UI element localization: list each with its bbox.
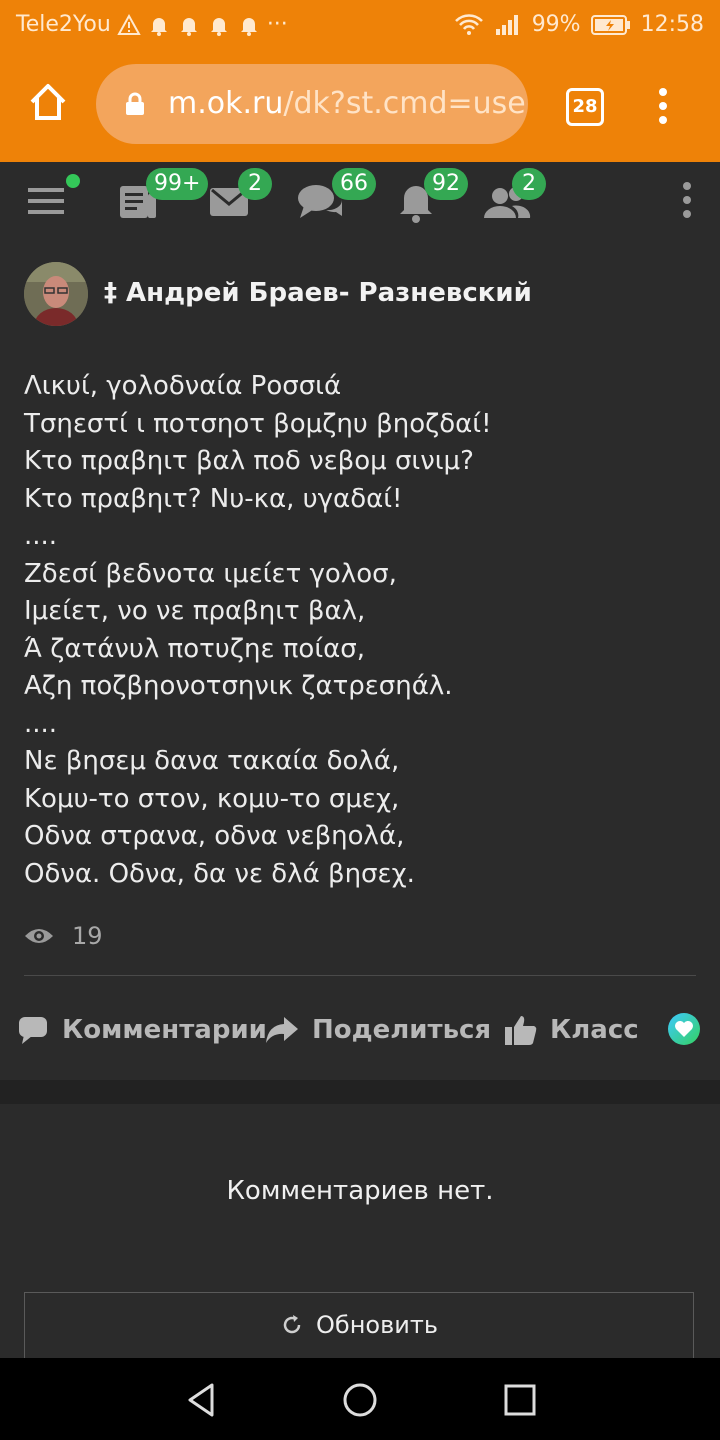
browser-toolbar: m.ok.ru/dk?st.cmd=user 28 <box>0 50 720 162</box>
views-count: 19 <box>72 922 103 950</box>
heart-reaction-icon[interactable] <box>667 1012 701 1046</box>
bell-icon <box>210 17 227 36</box>
discussions-badge: 66 <box>332 168 376 200</box>
comment-icon <box>19 1017 47 1044</box>
wifi-icon <box>454 13 483 35</box>
bell-icon <box>240 17 257 36</box>
post-text-line: .... <box>24 708 58 739</box>
avatar-photo <box>24 262 88 326</box>
signal-icon <box>495 14 518 35</box>
address-bar[interactable]: m.ok.ru/dk?st.cmd=user <box>96 64 528 144</box>
post-text-line: Αζη ποζβηονοτσηνικ ζατρεσηάλ. <box>24 671 453 701</box>
like-button[interactable]: Класс <box>504 1010 639 1050</box>
bell-icon <box>150 17 167 36</box>
post-actions: Комментарии Поделиться Класс <box>0 1000 720 1060</box>
post-text-line: Κομυ-το στον, κομυ-το σμεχ, <box>24 783 400 814</box>
post-text-line: Τσηεστί ι ποτσηοτ βομζηυ βηοζδαί! <box>24 408 492 439</box>
url-host: m.ok.ru <box>168 86 284 121</box>
post-text-line: Κτο πραβηιτ βαλ ποδ νεβομ σινιμ? <box>24 446 474 476</box>
eye-icon <box>25 929 53 943</box>
messages-badge: 2 <box>238 168 272 200</box>
post-text-line: Οδνα στρανα, οδνα νεβηολά, <box>24 821 405 851</box>
notifications-badge: 92 <box>424 168 468 200</box>
author-name[interactable]: ‡ Андрей Браев- Разневский <box>104 278 532 308</box>
site-more-icon[interactable] <box>680 176 694 224</box>
more-notifications-indicator: ··· <box>266 12 288 37</box>
comment-label: Комментарии <box>62 1015 267 1045</box>
site-navbar: 99+ 2 66 92 2 <box>0 162 720 240</box>
like-label: Класс <box>550 1015 639 1045</box>
hamburger-menu-icon[interactable] <box>28 176 66 224</box>
divider <box>24 975 696 976</box>
home-circle-icon[interactable] <box>340 1380 380 1420</box>
feed-badge: 99+ <box>146 168 209 200</box>
thumbs-up-icon <box>505 1016 537 1045</box>
lock-icon <box>126 92 144 115</box>
share-arrow-icon <box>266 1017 298 1043</box>
comment-button[interactable]: Комментарии <box>18 1010 267 1050</box>
friends-badge: 2 <box>512 168 546 200</box>
carrier-name: Tele2You <box>16 12 111 37</box>
online-dot <box>66 174 80 188</box>
share-label: Поделиться <box>312 1015 492 1045</box>
post-text-line: Οδνα. Οδνα, δα νε δλά βησεχ. <box>24 858 415 889</box>
status-bar: Tele2You ··· 99% 12:58 <box>0 0 720 50</box>
battery-icon <box>590 14 630 35</box>
refresh-icon <box>283 1315 301 1334</box>
clock: 12:58 <box>640 12 704 37</box>
share-button[interactable]: Поделиться <box>264 1010 491 1050</box>
back-icon[interactable] <box>182 1380 222 1420</box>
views-counter: 19 <box>24 916 103 956</box>
post-author[interactable]: ‡ Андрей Браев- Разневский <box>24 262 704 328</box>
no-comments-text: Комментариев нет. <box>226 1176 494 1206</box>
post-text-line: Νε βησεμ δανα τακαία δολά, <box>24 746 400 776</box>
browser-menu-icon[interactable] <box>656 86 670 126</box>
refresh-label: Обновить <box>316 1311 438 1339</box>
recent-apps-icon[interactable] <box>500 1380 540 1420</box>
post-text-line: Λικυί, γολοδναία Ροσσιά <box>24 371 342 401</box>
post-text-line: Κτο πραβηιτ? Νυ-κα, υγαδαί! <box>24 483 403 514</box>
post-text-line: Ζδεσί βεδνοτα ιμείετ γολοσ, <box>24 558 397 589</box>
post-text: Λικυί, γολοδναία Ροσσιά Τσηεστί ι ποτσηοτ… <box>24 368 696 893</box>
warning-icon <box>117 13 141 35</box>
url-path: /dk?st.cmd=user <box>283 86 528 121</box>
post-text-line: Ά ζατάνυλ ποτυζηε ποίασ, <box>24 633 365 664</box>
home-icon[interactable] <box>26 80 70 124</box>
post-text-line: Ιμείετ, νο νε πραβηιτ βαλ, <box>24 596 366 626</box>
system-navigation-bar <box>0 1358 720 1440</box>
avatar[interactable] <box>24 262 88 326</box>
battery-percent: 99% <box>531 12 581 37</box>
tab-switcher-button[interactable]: 28 <box>566 88 604 126</box>
url-text: m.ok.ru/dk?st.cmd=user <box>168 86 528 121</box>
bell-icon <box>180 17 197 36</box>
post-text-line: .... <box>24 521 58 551</box>
section-gap <box>0 1080 720 1104</box>
